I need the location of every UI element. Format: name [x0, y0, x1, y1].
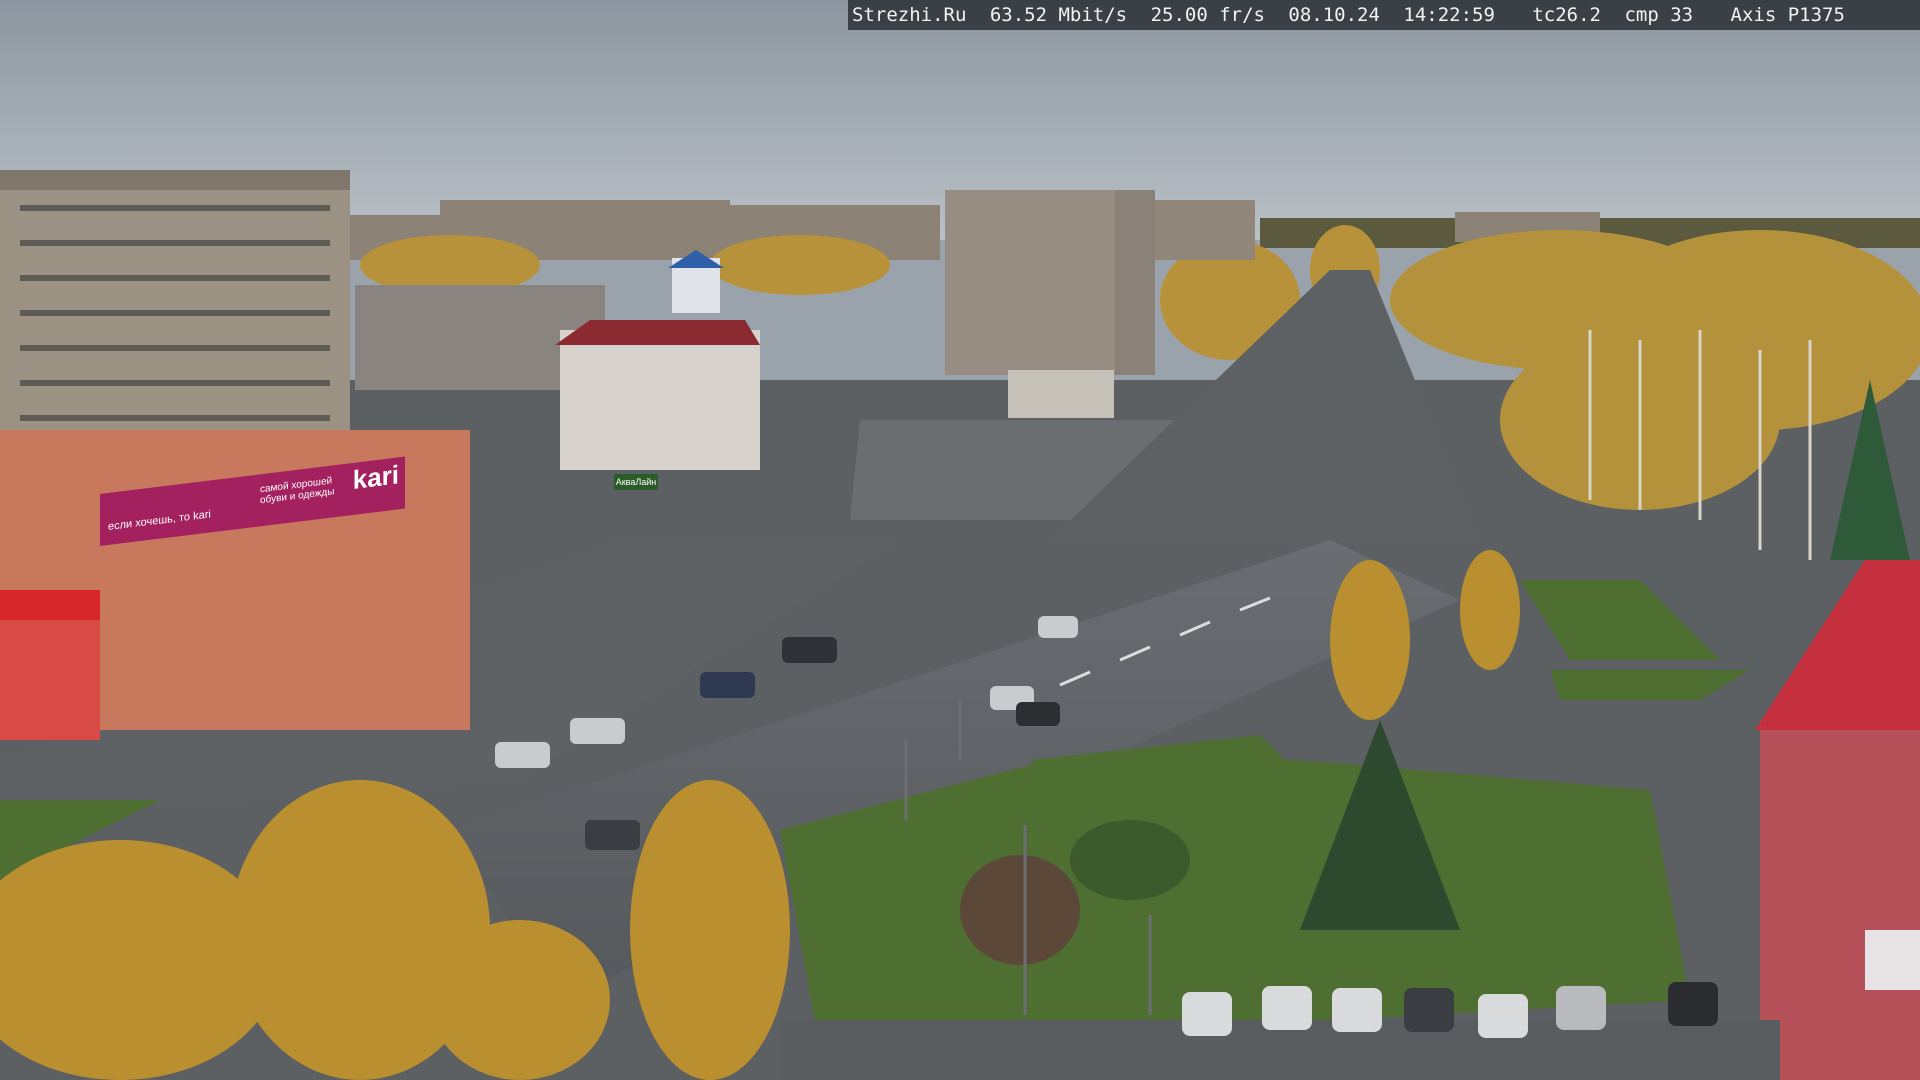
building-red-roof	[560, 330, 760, 470]
overlay-date: 08.10.24	[1288, 4, 1380, 26]
shop-sign: АкваЛайн	[614, 474, 658, 490]
red-roof	[555, 320, 760, 345]
overlay-tc: tc26.2	[1532, 4, 1601, 26]
overlay-time: 14:22:59	[1403, 4, 1495, 26]
store-tagline: самой хорошей обуви и одежды	[260, 475, 335, 507]
overlay-cmp: cmp 33	[1624, 4, 1694, 26]
overlay-camera: Axis P1375	[1730, 4, 1845, 26]
overlay-framerate: 25.00 fr/s	[1150, 4, 1265, 26]
pavilion-center	[1008, 370, 1114, 418]
store-brand: kari	[352, 459, 399, 495]
camera-scene	[0, 0, 1920, 1080]
overlay-site: Strezhi.Ru	[852, 4, 967, 26]
overlay-bitrate: 63.52 Mbit/s	[989, 4, 1128, 26]
store-slogan: если хочешь, то kari	[108, 508, 211, 534]
camera-overlay: Strezhi.Ru 63.52 Mbit/s 25.00 fr/s 08.10…	[848, 0, 1920, 30]
bushes	[1070, 820, 1190, 900]
